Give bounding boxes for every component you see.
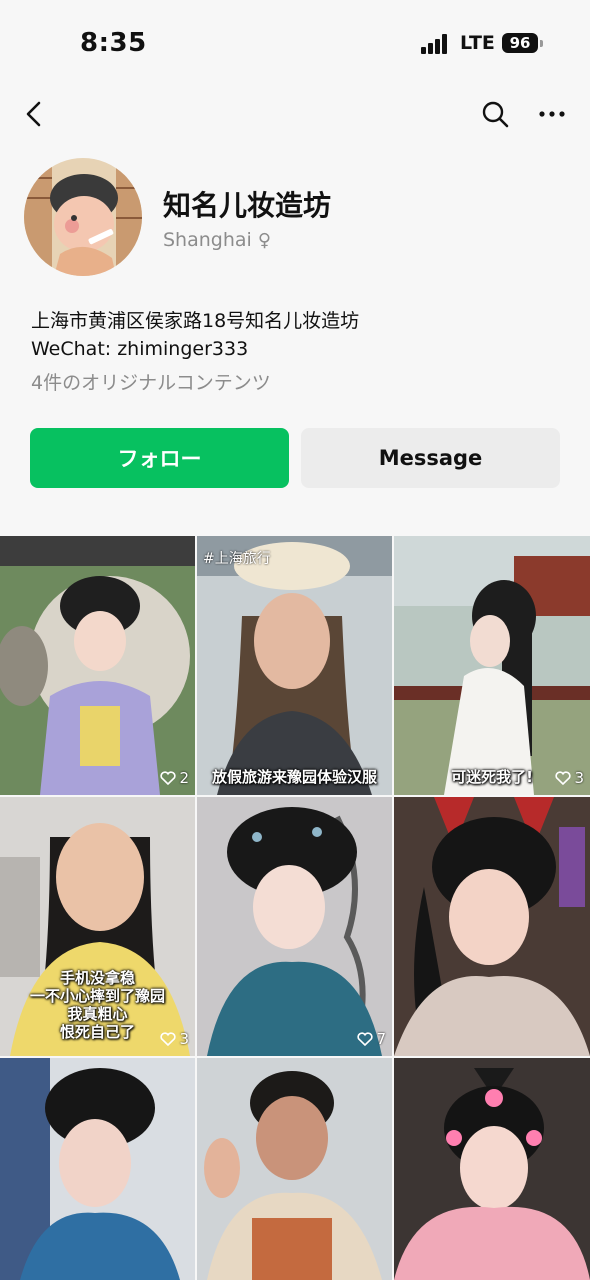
post-tile[interactable]: 7 — [197, 797, 392, 1056]
more-icon — [539, 111, 565, 117]
like-count: 3 — [160, 1030, 189, 1048]
post-thumbnail — [197, 536, 392, 795]
post-thumbnail — [0, 1058, 195, 1280]
location-text: Shanghai — [163, 229, 252, 251]
avatar[interactable] — [24, 158, 142, 276]
caption-line: 手机没拿稳 — [59, 969, 135, 987]
post-tile[interactable] — [394, 1058, 590, 1280]
post-thumbnail — [394, 1058, 590, 1280]
post-tile[interactable]: 可迷死我了! 3 — [394, 536, 590, 795]
gender-icon: ♀ — [257, 230, 271, 251]
follow-button[interactable]: フォロー — [30, 428, 289, 488]
post-tile[interactable] — [0, 1058, 195, 1280]
search-icon — [482, 101, 509, 128]
post-thumbnail — [197, 1058, 392, 1280]
more-button[interactable] — [534, 88, 570, 140]
network-label: LTE — [460, 32, 495, 54]
like-count: 2 — [160, 769, 189, 787]
post-thumbnail — [394, 797, 590, 1056]
profile-wechat: WeChat: zhiminger333 — [31, 338, 249, 360]
like-count-value: 3 — [179, 1030, 189, 1048]
posts-grid: 2 #上海旅行 放假旅游来豫园体验汉服 可迷死我了! 3 手机没拿稳 一不小心摔… — [0, 536, 590, 1280]
battery-tip — [540, 40, 543, 47]
status-time: 8:35 — [80, 28, 147, 58]
like-count-value: 3 — [574, 769, 584, 787]
post-tile[interactable]: #上海旅行 放假旅游来豫园体验汉服 — [197, 536, 392, 795]
battery-icon: 96 — [502, 33, 538, 53]
post-thumbnail — [197, 797, 392, 1056]
profile-name: 知名儿妆造坊 — [163, 189, 332, 222]
post-thumbnail — [0, 536, 195, 795]
post-tile[interactable]: 手机没拿稳 一不小心摔到了豫园 我真粗心 恨死自己了 3 — [0, 797, 195, 1056]
heart-icon — [357, 1032, 374, 1046]
status-bar: 8:35 LTE 96 — [0, 0, 590, 88]
profile-address: 上海市黄浦区侯家路18号知名儿妆造坊 — [31, 310, 360, 332]
back-button[interactable] — [16, 88, 52, 140]
post-tag: #上海旅行 — [203, 551, 271, 567]
heart-icon — [160, 771, 177, 785]
post-tile[interactable] — [197, 1058, 392, 1280]
search-button[interactable] — [476, 88, 514, 140]
post-tile[interactable]: 2 — [0, 536, 195, 795]
like-count: 3 — [555, 769, 584, 787]
post-tile[interactable] — [394, 797, 590, 1056]
like-count-value: 7 — [376, 1030, 386, 1048]
heart-icon — [160, 1032, 177, 1046]
chevron-left-icon — [26, 101, 41, 127]
content-count: 4件のオリジナルコンテンツ — [31, 372, 271, 394]
message-button[interactable]: Message — [301, 428, 560, 488]
caption-line: 我真粗心 — [67, 1005, 128, 1023]
caption-line: 一不小心摔到了豫园 — [29, 987, 165, 1005]
post-caption: 放假旅游来豫园体验汉服 — [211, 768, 377, 786]
profile-location: Shanghai ♀ — [163, 229, 271, 251]
heart-icon — [555, 771, 572, 785]
like-count: 7 — [357, 1030, 386, 1048]
like-count-value: 2 — [179, 769, 189, 787]
signal-icon — [421, 34, 451, 54]
top-nav — [0, 88, 590, 140]
post-thumbnail — [394, 536, 590, 795]
